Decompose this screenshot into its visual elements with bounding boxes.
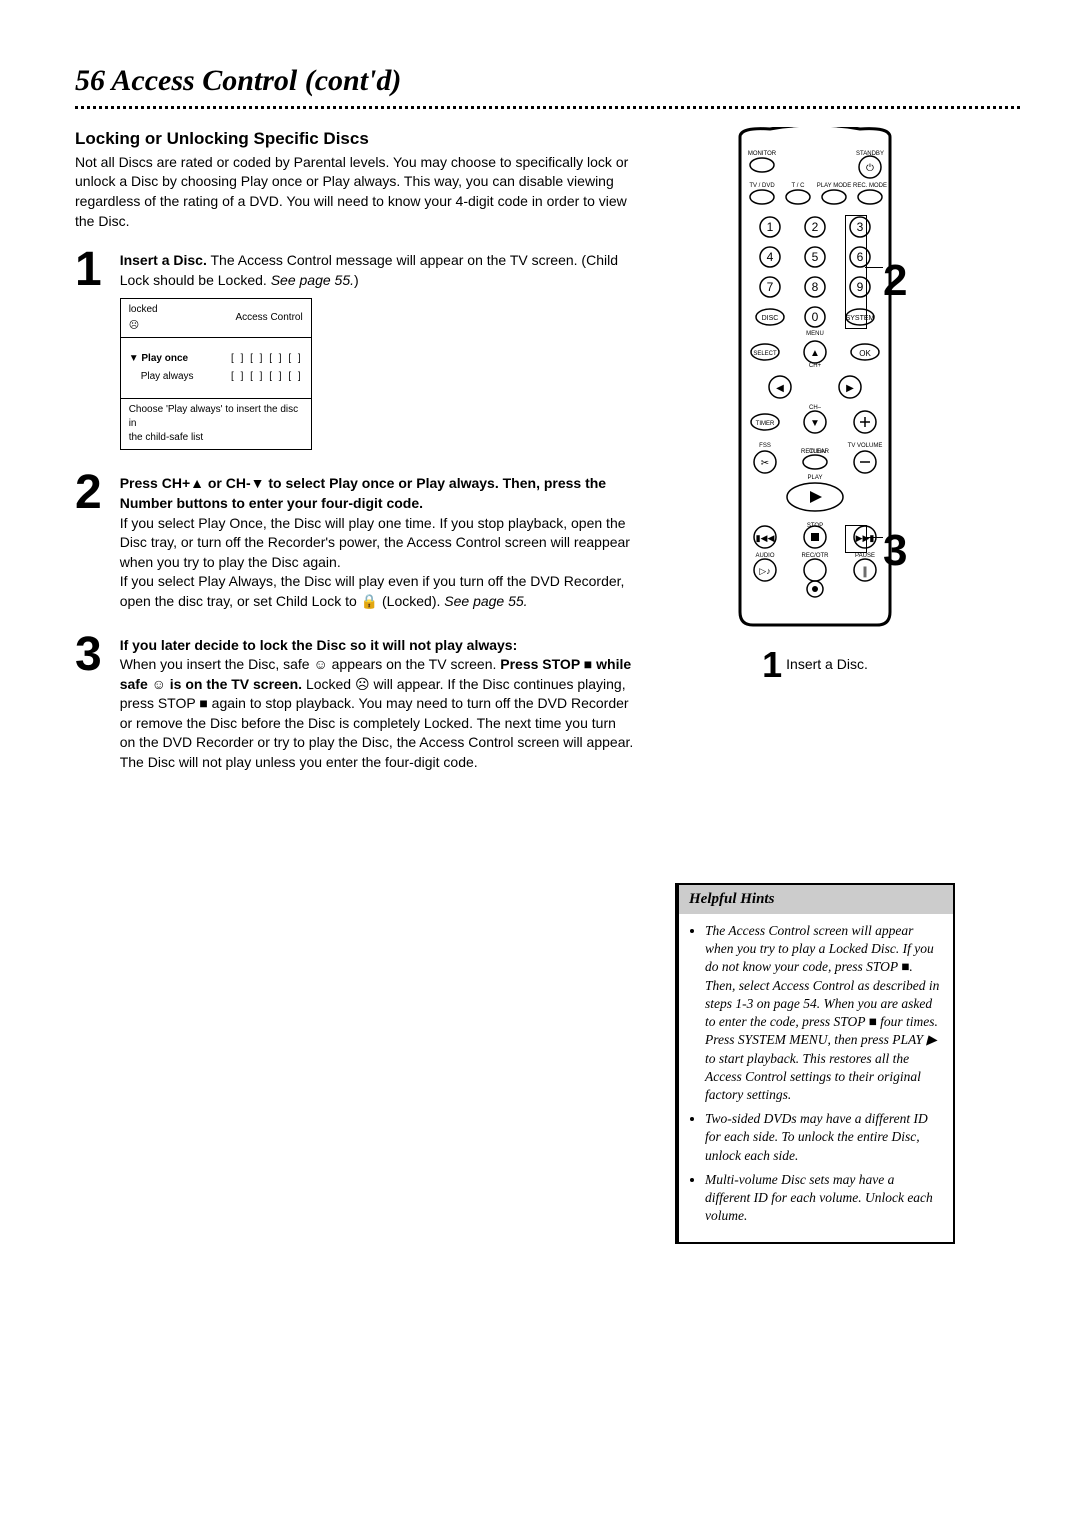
svg-text:FSS: FSS — [759, 443, 771, 449]
svg-text:DISC: DISC — [762, 315, 779, 322]
hint-3: Multi-volume Disc sets may have a differ… — [705, 1171, 941, 1226]
step-2-para1: If you select Play Once, the Disc will p… — [120, 514, 635, 573]
callout-line-2 — [865, 267, 883, 268]
onscreen-dots-1: [ ] [ ] [ ] [ ] — [231, 352, 303, 366]
step-3-number: 3 — [75, 636, 102, 674]
svg-text:▶: ▶ — [846, 383, 854, 394]
step-1-ref: See page 55. — [271, 272, 354, 288]
svg-text:⏻: ⏻ — [866, 163, 874, 174]
svg-text:MONITOR: MONITOR — [748, 151, 777, 157]
remote-caption-text: Insert a Disc. — [786, 655, 868, 675]
onscreen-footer-1: Choose 'Play always' to insert the disc … — [129, 403, 303, 431]
sad-face-icon: ☹ — [129, 319, 139, 333]
onscreen-locked: locked — [129, 303, 158, 317]
onscreen-footer-2: the child-safe list — [129, 431, 303, 445]
svg-text:TV VOLUME: TV VOLUME — [848, 443, 883, 449]
svg-text:MENU: MENU — [806, 331, 824, 337]
step-3-bold: If you later decide to lock the Disc so … — [120, 636, 635, 656]
svg-text:REC. MODE: REC. MODE — [853, 183, 887, 189]
step-2: 2 Press CH+▲ or CH-▼ to select Play once… — [75, 474, 635, 611]
svg-text:AUDIO: AUDIO — [755, 553, 774, 559]
remote-caption: 1 Insert a Disc. — [675, 647, 955, 683]
svg-text:CH–: CH– — [809, 405, 822, 411]
page-title: 56 Access Control (cont'd) — [75, 60, 1020, 102]
step-2-number: 2 — [75, 474, 102, 512]
svg-text:PLAY: PLAY — [808, 475, 823, 481]
svg-text:1: 1 — [767, 220, 774, 234]
svg-text:▷♪: ▷♪ — [759, 566, 770, 576]
svg-text:REC/OTR: REC/OTR — [802, 553, 830, 559]
svg-text:TIMER: TIMER — [756, 421, 775, 427]
svg-text:4: 4 — [767, 250, 774, 264]
svg-text:PAUSE: PAUSE — [855, 553, 875, 559]
chapter-title: Access Control (cont'd) — [111, 64, 401, 97]
svg-text:8: 8 — [812, 280, 819, 294]
svg-text:TV / DVD: TV / DVD — [749, 183, 775, 189]
remote-illustration: MONITOR STANDBY ⏻ TV / DVD T / C PLAY MO… — [675, 127, 955, 627]
step-1: 1 Insert a Disc. The Access Control mess… — [75, 251, 635, 450]
svg-text:SELECT: SELECT — [753, 351, 777, 357]
step-1-bold: Insert a Disc. — [120, 252, 207, 268]
step-1-number: 1 — [75, 251, 102, 289]
svg-text:▲: ▲ — [810, 348, 820, 359]
onscreen-dots-2: [ ] [ ] [ ] [ ] — [231, 370, 303, 384]
onscreen-play-once: ▼ Play once — [129, 352, 188, 366]
svg-text:7: 7 — [767, 280, 774, 294]
onscreen-title: Access Control — [235, 311, 302, 325]
step-2-bold: Press CH+▲ or CH-▼ to select Play once o… — [120, 474, 635, 513]
hint-2: Two-sided DVDs may have a different ID f… — [705, 1110, 941, 1165]
callout-box-2 — [845, 215, 867, 329]
remote-caption-number: 1 — [762, 647, 782, 683]
page-number: 56 — [75, 64, 105, 97]
step-1-close: ) — [354, 272, 359, 288]
svg-text:CH+: CH+ — [809, 363, 822, 369]
svg-text:PLAY MODE: PLAY MODE — [817, 183, 851, 189]
svg-text:T / C: T / C — [792, 183, 806, 189]
helpful-hints-box: Helpful Hints The Access Control screen … — [675, 883, 955, 1244]
svg-text:✂: ✂ — [761, 458, 769, 469]
intro-text: Not all Discs are rated or coded by Pare… — [75, 153, 635, 231]
hints-header: Helpful Hints — [679, 885, 953, 914]
callout-line-3 — [865, 537, 883, 538]
onscreen-dialog: locked ☹ Access Control ▼ Play once [ ] … — [120, 298, 312, 450]
svg-text:CLEAR: CLEAR — [809, 449, 830, 455]
step-3-body: When you insert the Disc, safe ☺ appears… — [120, 655, 635, 773]
hint-1: The Access Control screen will appear wh… — [705, 922, 941, 1104]
svg-text:0: 0 — [812, 310, 819, 324]
svg-text:∥: ∥ — [862, 566, 868, 578]
step-3: 3 If you later decide to lock the Disc s… — [75, 636, 635, 773]
step-2-para2: If you select Play Always, the Disc will… — [120, 572, 635, 611]
divider — [75, 106, 1020, 109]
svg-text:▼: ▼ — [810, 418, 820, 429]
svg-text:◀: ◀ — [776, 383, 784, 394]
callout-box-3 — [845, 525, 867, 553]
section-subtitle: Locking or Unlocking Specific Discs — [75, 127, 635, 151]
svg-text:OK: OK — [859, 349, 871, 358]
svg-text:2: 2 — [812, 220, 819, 234]
onscreen-play-always: Play always — [129, 370, 194, 384]
svg-text:5: 5 — [812, 250, 819, 264]
lock-icon: 🔒 — [361, 593, 378, 609]
svg-text:▮◀◀: ▮◀◀ — [756, 533, 775, 543]
